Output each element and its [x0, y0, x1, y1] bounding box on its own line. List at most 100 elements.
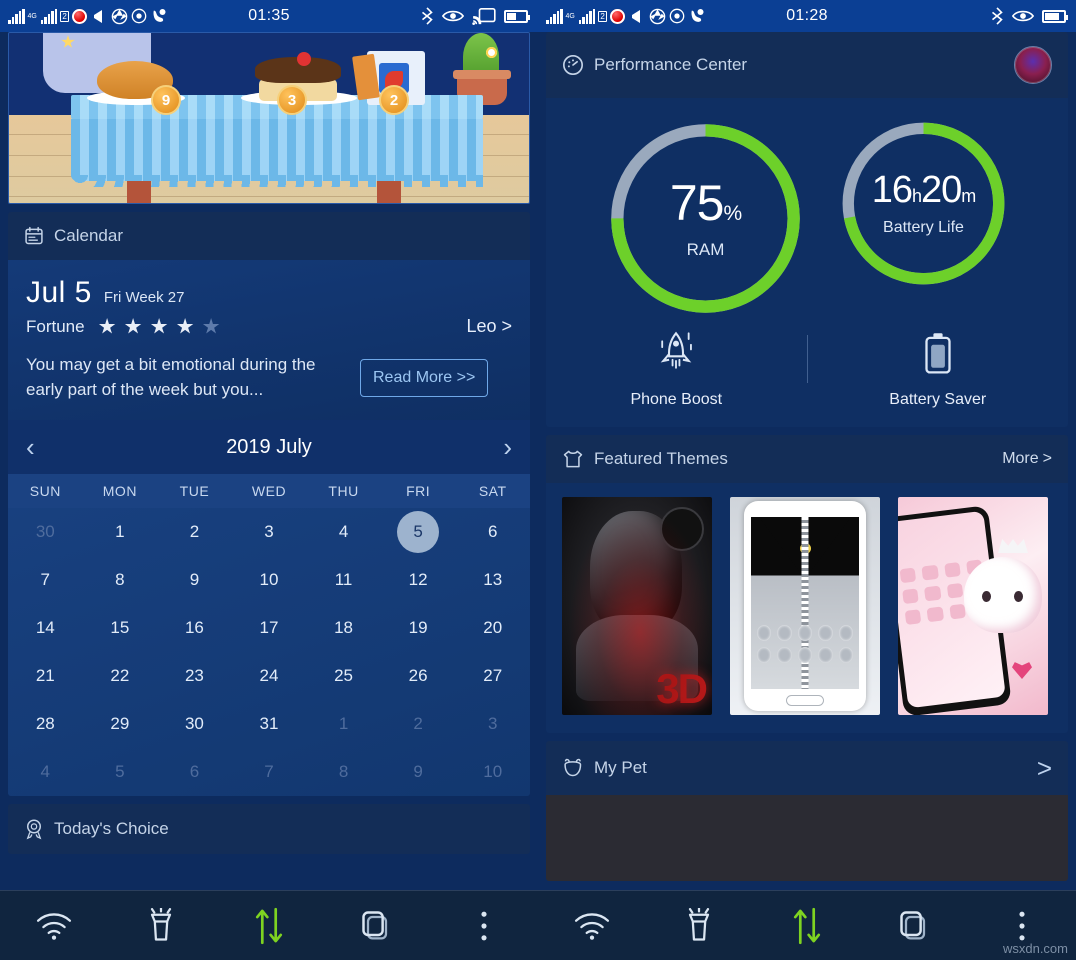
data-transfer-toggle[interactable]	[775, 900, 839, 952]
calendar-day-cell[interactable]: 6	[157, 748, 232, 796]
zodiac-sign-link[interactable]: Leo >	[466, 316, 512, 337]
calendar-day-cell[interactable]: 26	[381, 652, 456, 700]
battery-life-gauge[interactable]: 16h20m Battery Life	[836, 116, 1011, 291]
ram-gauge[interactable]: 75% RAM	[603, 116, 808, 321]
phone-boost-button[interactable]: Phone Boost	[546, 331, 807, 409]
weekday-label: WED	[251, 483, 287, 500]
calendar-icon	[25, 226, 43, 245]
featured-themes-more-button[interactable]: More >	[1002, 450, 1052, 468]
todays-choice-title: Today's Choice	[54, 819, 169, 839]
calendar-card: Calendar Jul 5 Fri Week 27 Fortune Leo >	[8, 212, 530, 797]
flashlight-toggle[interactable]	[667, 900, 731, 952]
my-pet-header[interactable]: My Pet >	[546, 741, 1068, 795]
gift-badge[interactable]: 2	[379, 85, 409, 115]
calendar-day-cell[interactable]: 30	[8, 508, 83, 556]
calendar-day-cell[interactable]: 28	[8, 700, 83, 748]
calendar-day-cell[interactable]: 4	[8, 748, 83, 796]
calendar-day-cell[interactable]: 2	[157, 508, 232, 556]
calendar-day-cell[interactable]: 15	[83, 604, 158, 652]
status-right-icons	[990, 7, 1068, 25]
battery-saver-button[interactable]: Battery Saver	[808, 331, 1069, 409]
ram-unit: %	[723, 201, 742, 225]
calendar-day-cell[interactable]: 5	[83, 748, 158, 796]
calendar-day-cell[interactable]: 7	[232, 748, 307, 796]
calendar-day-cell[interactable]: 31	[232, 700, 307, 748]
calendar-day-cell[interactable]: 4	[306, 508, 381, 556]
calendar-day-cell[interactable]: 10	[455, 748, 530, 796]
calendar-day-cell[interactable]: 24	[232, 652, 307, 700]
calendar-day-cell[interactable]: 9	[157, 556, 232, 604]
target-icon	[669, 8, 685, 24]
calendar-day-cell[interactable]: 27	[455, 652, 530, 700]
flashlight-toggle[interactable]	[129, 900, 193, 952]
recent-apps[interactable]	[883, 900, 947, 952]
calendar-day-cell[interactable]: 1	[83, 508, 158, 556]
calendar-day-cell[interactable]: 19	[381, 604, 456, 652]
calendar-day-cell[interactable]: 13	[455, 556, 530, 604]
data-transfer-toggle[interactable]	[237, 900, 301, 952]
recent-apps[interactable]	[345, 900, 409, 952]
award-ribbon-icon	[26, 819, 42, 840]
more-menu[interactable]	[452, 900, 516, 952]
fortune-block: Jul 5 Fri Week 27 Fortune Leo > You may …	[8, 260, 530, 421]
calendar-day-cell[interactable]: 17	[232, 604, 307, 652]
copy-stack-icon	[899, 910, 925, 939]
calendar-day-cell[interactable]: 2	[381, 700, 456, 748]
rocket-icon	[660, 331, 693, 369]
theme-3d-warrior[interactable]: 3D	[562, 497, 712, 715]
theme-pink-kitty[interactable]	[898, 497, 1048, 715]
calendar-day-cell[interactable]: 30	[157, 700, 232, 748]
calendar-day-cell[interactable]: 11	[306, 556, 381, 604]
user-avatar[interactable]	[1014, 46, 1052, 84]
calendar-day-cell[interactable]: 23	[157, 652, 232, 700]
calendar-day-cell[interactable]: 12	[381, 556, 456, 604]
calendar-day-cell[interactable]: 1	[306, 700, 381, 748]
status-bar-left: 4G 2 01:35	[0, 0, 538, 32]
weekday-label: THU	[328, 483, 359, 500]
calendar-day-cell[interactable]: 8	[83, 556, 158, 604]
network-label: 4G	[27, 12, 37, 20]
calendar-day-cell[interactable]: 25	[306, 652, 381, 700]
theme-diamond-zipper[interactable]	[730, 497, 880, 715]
data-transfer-icon	[255, 907, 283, 944]
ram-label: RAM	[686, 239, 725, 259]
calendar-day-cell[interactable]: 29	[83, 700, 158, 748]
next-month-button[interactable]: ›	[503, 434, 512, 460]
calendar-day-cell[interactable]: 3	[232, 508, 307, 556]
calendar-day-cell[interactable]: 16	[157, 604, 232, 652]
calendar-month-title: 2019 July	[226, 435, 312, 458]
pet-room-scene[interactable]: 9 3 2	[8, 32, 530, 204]
calendar-selected-day[interactable]: 5	[397, 511, 440, 554]
calendar-day-cell[interactable]: 22	[83, 652, 158, 700]
calendar-day-cell[interactable]: 18	[306, 604, 381, 652]
calendar-day-cell[interactable]: 14	[8, 604, 83, 652]
todays-choice-card[interactable]: Today's Choice	[8, 804, 530, 855]
bluetooth-icon	[991, 7, 1003, 25]
prev-month-button[interactable]: ‹	[26, 434, 35, 460]
chevron-right-icon[interactable]: >	[1037, 755, 1052, 781]
calendar-card-header[interactable]: Calendar	[8, 212, 530, 260]
overflow-dots-icon	[1019, 911, 1025, 940]
wifi-toggle[interactable]	[22, 900, 86, 952]
featured-themes-header[interactable]: Featured Themes More >	[546, 435, 1068, 483]
performance-center-header[interactable]: Performance Center	[546, 32, 1068, 98]
calendar-day-cell[interactable]: 3	[455, 700, 530, 748]
calendar-day-cell[interactable]: 10	[232, 556, 307, 604]
read-more-button[interactable]: Read More >>	[360, 358, 489, 397]
performance-center-title: Performance Center	[594, 55, 748, 74]
signal-bars-4g-sim2-icon	[578, 8, 596, 24]
todays-choice-header[interactable]: Today's Choice	[8, 804, 530, 855]
calendar-day-cell[interactable]: 5	[381, 508, 456, 556]
calendar-day-cell[interactable]: 7	[8, 556, 83, 604]
cake-badge[interactable]: 3	[277, 85, 307, 115]
featured-themes-list: 3D	[546, 483, 1068, 733]
calendar-day-cell[interactable]: 9	[381, 748, 456, 796]
calendar-day-cell[interactable]: 6	[455, 508, 530, 556]
my-pet-body[interactable]	[546, 795, 1068, 881]
calendar-day-cell[interactable]: 8	[306, 748, 381, 796]
wifi-icon	[36, 912, 71, 940]
wifi-toggle[interactable]	[560, 900, 624, 952]
bread-badge[interactable]: 9	[151, 85, 181, 115]
calendar-day-cell[interactable]: 21	[8, 652, 83, 700]
calendar-day-cell[interactable]: 20	[455, 604, 530, 652]
